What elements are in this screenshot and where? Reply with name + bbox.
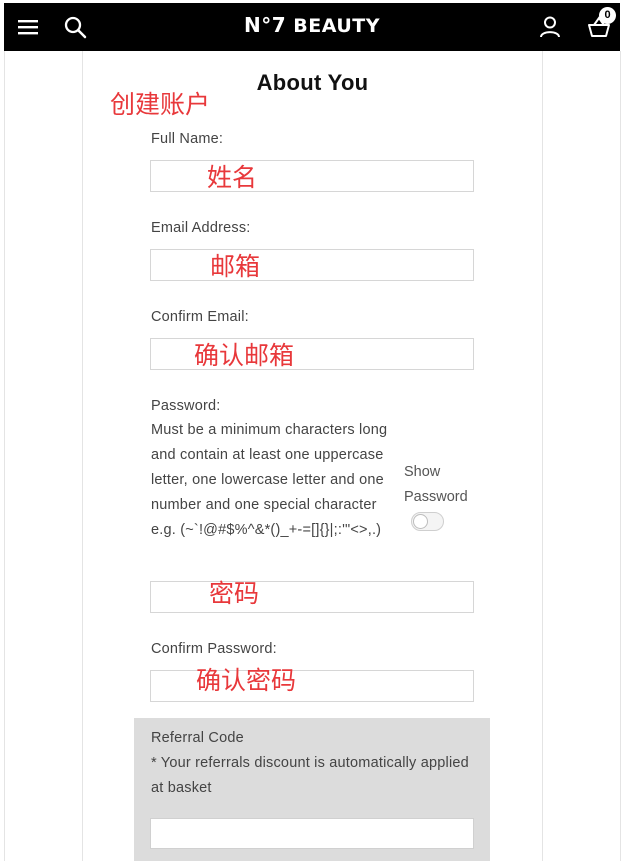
referral-code-input[interactable] [150, 818, 474, 849]
annotation-create-account: 创建账户 [110, 90, 211, 119]
email-input[interactable] [150, 249, 474, 281]
referral-section: Referral Code * Your referrals discount … [134, 718, 490, 861]
password-requirements-text: Must be a minimum characters long and co… [151, 422, 388, 538]
annotation-password: 密码 [209, 579, 260, 608]
content-border-right [542, 51, 543, 861]
confirm-email-label: Confirm Email: [151, 309, 249, 325]
content-border-left [82, 51, 83, 861]
basket-count-badge: 0 [599, 7, 616, 24]
brand-logo[interactable]: N°7 BEAUTY [4, 13, 620, 37]
full-name-input[interactable] [150, 160, 474, 192]
logo-prefix: N°7 [244, 13, 287, 37]
confirm-password-label: Confirm Password: [151, 641, 277, 657]
referral-code-label: Referral Code [151, 730, 244, 746]
page-border-left [4, 51, 5, 861]
email-label: Email Address: [151, 220, 251, 236]
annotation-confirm-email: 确认邮箱 [194, 341, 295, 370]
referral-note: * Your referrals discount is automatical… [151, 755, 469, 796]
user-icon[interactable] [536, 3, 564, 51]
full-name-label: Full Name: [151, 131, 224, 147]
password-input[interactable] [150, 581, 474, 613]
show-password-toggle[interactable] [411, 512, 444, 531]
site-header: N°7 BEAUTY [4, 3, 620, 51]
show-password-label[interactable]: Show Password [404, 460, 479, 510]
annotation-name: 姓名 [207, 163, 258, 192]
annotation-confirm-password: 确认密码 [196, 666, 297, 695]
password-label: Password: [151, 398, 221, 414]
logo-text: BEAUTY [286, 15, 380, 37]
annotation-email: 邮箱 [210, 252, 261, 281]
toggle-knob [413, 514, 428, 529]
page-border-right [620, 51, 621, 861]
page-title: About You [256, 70, 369, 95]
